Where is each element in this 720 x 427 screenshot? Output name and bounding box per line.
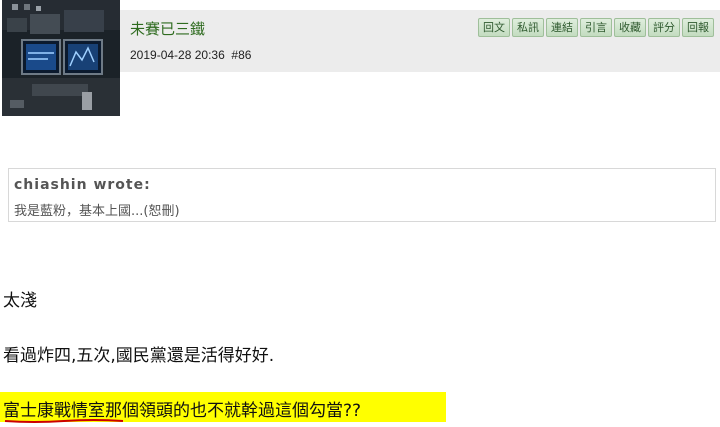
favorite-button[interactable]: 收藏 (614, 18, 646, 37)
post-body-line: 太淺 (3, 291, 37, 311)
report-button[interactable]: 回報 (682, 18, 714, 37)
quote-block: chiashin wrote: 我是藍粉，基本上國...(恕刪) (8, 168, 716, 222)
post-actions: 回文 私訊 連結 引言 收藏 評分 回報 (478, 18, 714, 37)
post-container: 未賽已三鐵 2019-04-28 20:36 #86 回文 私訊 連結 引言 收… (0, 0, 720, 427)
author-name[interactable]: 未賽已三鐵 (130, 18, 205, 39)
rate-button[interactable]: 評分 (648, 18, 680, 37)
cockpit-avatar-image (2, 0, 120, 116)
post-body-line: 看過炸四,五次,國民黨還是活得好好. (3, 346, 275, 366)
post-header: 未賽已三鐵 2019-04-28 20:36 #86 回文 私訊 連結 引言 收… (120, 10, 720, 72)
post-timestamp: 2019-04-28 20:36 (130, 48, 225, 62)
red-underline-mark (4, 419, 124, 423)
avatar[interactable] (2, 0, 120, 116)
private-message-button[interactable]: 私訊 (512, 18, 544, 37)
reply-button[interactable]: 回文 (478, 18, 510, 37)
post-number[interactable]: #86 (231, 48, 251, 62)
link-button[interactable]: 連結 (546, 18, 578, 37)
quote-author: chiashin wrote: (14, 177, 151, 193)
quote-text: 我是藍粉，基本上國...(恕刪) (14, 204, 180, 219)
post-meta: 2019-04-28 20:36 #86 (130, 48, 251, 62)
quote-button[interactable]: 引言 (580, 18, 612, 37)
